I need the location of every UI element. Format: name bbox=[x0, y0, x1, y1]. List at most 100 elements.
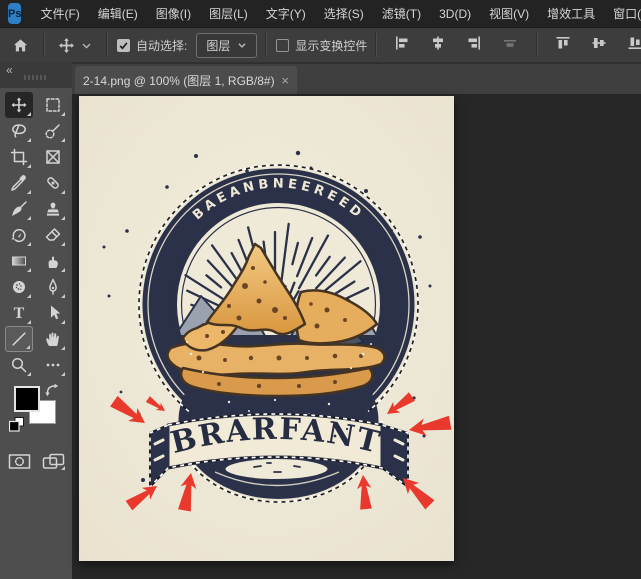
show-transform-label: 显示变换控件 bbox=[295, 37, 367, 54]
edit-toolbar-button[interactable] bbox=[39, 352, 67, 378]
bowl-plate bbox=[225, 458, 329, 480]
eraser-tool[interactable] bbox=[39, 222, 67, 248]
tools-panel-header: « bbox=[0, 62, 72, 88]
brush-tool[interactable] bbox=[5, 196, 33, 222]
screen-mode-icon bbox=[42, 453, 65, 470]
tab-bar: 2-14.png @ 100% (图层 1, RGB/8#) × bbox=[72, 62, 641, 94]
collapse-panels-button[interactable]: « bbox=[6, 63, 13, 77]
magnifier-icon bbox=[10, 356, 28, 374]
svg-text:T: T bbox=[14, 305, 25, 322]
document-canvas[interactable]: BAEANBNEEREED bbox=[79, 96, 454, 561]
menu-select[interactable]: 选择(S) bbox=[315, 0, 373, 28]
quick-mask-button[interactable] bbox=[5, 450, 33, 472]
clone-stamp-tool[interactable] bbox=[39, 196, 67, 222]
align-top-icon bbox=[555, 35, 571, 51]
show-transform-checkbox[interactable] bbox=[276, 39, 289, 52]
align-left-icon bbox=[394, 35, 410, 51]
screen-mode-button[interactable] bbox=[39, 450, 67, 472]
menu-file[interactable]: 文件(F) bbox=[31, 0, 88, 28]
crop-tool[interactable] bbox=[5, 144, 33, 170]
align-vertical-centers-button[interactable] bbox=[585, 35, 613, 56]
separator bbox=[106, 33, 107, 57]
pen-icon bbox=[44, 278, 62, 296]
pen-tool[interactable] bbox=[39, 274, 67, 300]
align-top-edges-button[interactable] bbox=[549, 35, 577, 56]
photoshop-logo[interactable]: Ps bbox=[8, 3, 21, 24]
tools-panel-grip[interactable] bbox=[24, 75, 46, 80]
gradient-tool[interactable] bbox=[5, 248, 33, 274]
swap-colors-icon[interactable] bbox=[45, 383, 59, 397]
marquee-icon bbox=[44, 96, 62, 114]
rectangular-marquee-tool[interactable] bbox=[39, 92, 67, 118]
sponge-tool[interactable] bbox=[5, 274, 33, 300]
hand-tool[interactable] bbox=[39, 326, 67, 352]
auto-select-target-dropdown[interactable]: 图层 bbox=[196, 33, 257, 58]
type-tool[interactable]: T bbox=[5, 300, 33, 326]
lasso-tool[interactable] bbox=[5, 118, 33, 144]
sponge-icon bbox=[10, 278, 28, 296]
menu-bar: Ps 文件(F) 编辑(E) 图像(I) 图层(L) 文字(Y) 选择(S) 滤… bbox=[0, 0, 641, 28]
menu-window[interactable]: 窗口(W) bbox=[604, 0, 641, 28]
menu-3d[interactable]: 3D(D) bbox=[430, 0, 480, 28]
brush-icon bbox=[10, 200, 28, 218]
selection-arrow-icon bbox=[44, 304, 62, 322]
align-left-edges-button[interactable] bbox=[388, 35, 416, 56]
quick-mask-icon bbox=[8, 453, 31, 470]
separator bbox=[43, 33, 44, 57]
chevron-down-icon bbox=[81, 40, 92, 51]
move-tool[interactable] bbox=[5, 92, 33, 118]
menu-type[interactable]: 文字(Y) bbox=[257, 0, 315, 28]
quick-selection-tool[interactable] bbox=[39, 118, 67, 144]
align-horizontal-centers-button[interactable] bbox=[424, 35, 452, 56]
document-tab[interactable]: 2-14.png @ 100% (图层 1, RGB/8#) × bbox=[75, 66, 297, 94]
auto-select-checkbox[interactable] bbox=[117, 39, 130, 52]
ellipsis-icon bbox=[44, 356, 62, 374]
frame-tool[interactable] bbox=[39, 144, 67, 170]
distribute-horizontal-button[interactable] bbox=[496, 35, 524, 56]
document-area: 2-14.png @ 100% (图层 1, RGB/8#) × bbox=[72, 62, 641, 579]
zoom-tool[interactable] bbox=[5, 352, 33, 378]
spot-healing-brush-tool[interactable] bbox=[39, 170, 67, 196]
move-tool-preset[interactable] bbox=[52, 37, 98, 54]
menu-edit[interactable]: 编辑(E) bbox=[89, 0, 147, 28]
align-bottom-icon bbox=[627, 35, 641, 51]
path-selection-tool[interactable] bbox=[39, 300, 67, 326]
separator bbox=[265, 33, 266, 57]
close-tab-icon[interactable]: × bbox=[281, 73, 289, 88]
eyedropper-icon bbox=[10, 174, 28, 192]
history-brush-icon bbox=[10, 226, 28, 244]
line-tool[interactable] bbox=[5, 326, 33, 352]
dropdown-value: 图层 bbox=[206, 37, 230, 54]
quick-selection-icon bbox=[44, 122, 62, 140]
line-icon bbox=[10, 330, 28, 348]
tools-bottom-icons bbox=[0, 450, 72, 472]
smudge-tool[interactable] bbox=[39, 248, 67, 274]
auto-select-label: 自动选择: bbox=[136, 37, 187, 54]
move-icon bbox=[58, 37, 75, 54]
align-right-edges-button[interactable] bbox=[460, 35, 488, 56]
tools-grid: T bbox=[0, 88, 72, 378]
align-bottom-edges-button[interactable] bbox=[621, 35, 641, 56]
default-colors-icon[interactable] bbox=[9, 417, 25, 432]
align-right-icon bbox=[466, 35, 482, 51]
eraser-icon bbox=[44, 226, 62, 244]
history-brush-tool[interactable] bbox=[5, 222, 33, 248]
menu-plugins[interactable]: 增效工具 bbox=[538, 0, 604, 28]
healing-brush-icon bbox=[44, 174, 62, 192]
eyedropper-tool[interactable] bbox=[5, 170, 33, 196]
home-button[interactable] bbox=[6, 37, 35, 54]
pasteboard[interactable]: BAEANBNEEREED bbox=[72, 94, 641, 579]
menu-filter[interactable]: 滤镜(T) bbox=[373, 0, 430, 28]
document-tab-title: 2-14.png @ 100% (图层 1, RGB/8#) bbox=[83, 72, 275, 89]
menu-layer[interactable]: 图层(L) bbox=[200, 0, 257, 28]
type-icon: T bbox=[10, 304, 28, 322]
foreground-color-swatch[interactable] bbox=[14, 386, 40, 412]
check-icon bbox=[118, 40, 129, 51]
crop-icon bbox=[10, 148, 28, 166]
clone-stamp-icon bbox=[44, 200, 62, 218]
menu-view[interactable]: 视图(V) bbox=[480, 0, 538, 28]
separator bbox=[536, 33, 537, 57]
tools-panel-body: T bbox=[0, 88, 72, 579]
menu-image[interactable]: 图像(I) bbox=[147, 0, 200, 28]
smudge-finger-icon bbox=[44, 252, 62, 270]
